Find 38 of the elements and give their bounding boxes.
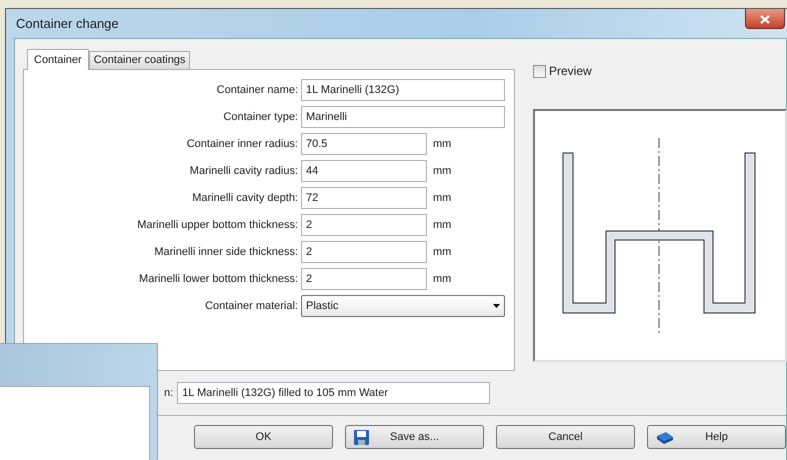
input-field[interactable]: 2 [301, 214, 427, 236]
input-field[interactable]: 2 [301, 268, 427, 290]
input-field[interactable]: 70.5 [301, 133, 427, 155]
caret-icon [493, 304, 500, 308]
input-field[interactable]: 2 [301, 241, 427, 263]
field-label: Marinelli inner side thickness: [153, 245, 299, 260]
button[interactable]: Save as... [345, 425, 484, 449]
input-field[interactable]: 44 [301, 160, 427, 182]
button[interactable]: Cancel [496, 425, 635, 449]
close-icon [760, 14, 770, 24]
window-title: Container change [15, 14, 119, 33]
unit-label: mm [433, 245, 452, 260]
unit-label: mm [433, 218, 452, 233]
input-field[interactable]: 1L Marinelli (132G) [301, 79, 505, 101]
unit-label: mm [433, 137, 452, 152]
button[interactable]: Help [647, 425, 786, 449]
field-label: Container inner radius: [186, 137, 299, 152]
field-label: Marinelli upper bottom thickness: [136, 218, 299, 233]
checkbox-label: Preview [549, 63, 592, 80]
tab[interactable]: Container coatings [88, 51, 190, 69]
field-label: Marinelli cavity depth: [191, 191, 299, 206]
close-button[interactable] [745, 9, 785, 29]
input-field[interactable]: 72 [301, 187, 427, 209]
field-label: Container type: [222, 110, 299, 125]
field-label: Marinelli lower bottom thickness: [138, 272, 299, 287]
input-field[interactable]: Marinelli [301, 106, 505, 128]
tab[interactable]: Container [27, 49, 89, 70]
dropdown[interactable]: Plastic [301, 295, 505, 317]
input-field[interactable]: 1L Marinelli (132G) filled to 105 mm Water [177, 382, 490, 404]
field-label: Container material: [204, 299, 299, 314]
unit-label: mm [433, 191, 452, 206]
unit-label: mm [433, 164, 452, 179]
button[interactable]: OK [194, 425, 333, 449]
unit-label: mm [433, 272, 452, 287]
field-label: n: [164, 386, 174, 401]
field-label: Container name: [216, 83, 299, 98]
checkbox[interactable] [533, 64, 546, 78]
field-label: Marinelli cavity radius: [188, 164, 299, 179]
